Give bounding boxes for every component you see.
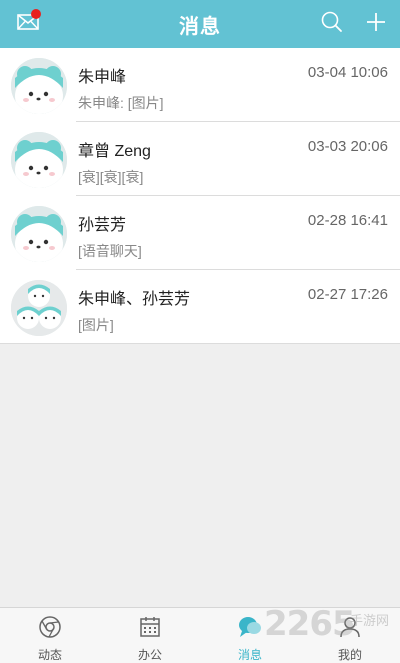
group-panda-avatar <box>11 280 67 336</box>
search-button[interactable] <box>312 0 352 48</box>
conversation-preview: [衰][衰][衰] <box>78 169 144 185</box>
tab-office[interactable]: 办公 <box>100 608 200 663</box>
watermark-logo: 2265 <box>264 604 356 644</box>
tab-label: 消息 <box>237 648 262 662</box>
tab-label: 我的 <box>337 648 362 662</box>
conversation-preview: [图片] <box>78 317 114 333</box>
row-divider <box>0 343 400 344</box>
panda-avatar <box>11 58 67 114</box>
chrome-circle-icon <box>38 615 62 644</box>
tab-label: 动态 <box>37 648 62 662</box>
search-icon <box>320 10 344 39</box>
conversation-name: 朱申峰、孙芸芳 <box>78 291 191 308</box>
chat-bubble-icon <box>237 615 263 644</box>
conversation-row[interactable]: 朱申峰 03-04 10:06 朱申峰: [图片] <box>0 48 400 122</box>
conversation-time: 02-27 17:26 <box>307 286 388 303</box>
conversation-name: 章曾 Zeng <box>78 143 151 160</box>
conversation-name: 朱申峰 <box>78 69 127 86</box>
top-bar: 消息 <box>0 0 400 48</box>
conversation-preview: [语音聊天] <box>78 243 142 259</box>
add-button[interactable] <box>356 0 396 48</box>
conversation-list: 朱申峰 03-04 10:06 朱申峰: [图片] 章曾 Zeng 03-03 … <box>0 48 400 344</box>
panda-avatar <box>11 132 67 188</box>
conversation-time: 03-04 10:06 <box>307 64 388 81</box>
plus-icon <box>365 11 387 38</box>
conversation-row[interactable]: 章曾 Zeng 03-03 20:06 [衰][衰][衰] <box>0 122 400 196</box>
conversation-row[interactable]: 孙芸芳 02-28 16:41 [语音聊天] <box>0 196 400 270</box>
mail-button[interactable] <box>8 0 48 48</box>
tab-label: 办公 <box>137 648 162 662</box>
panda-avatar <box>11 206 67 262</box>
tab-dynamics[interactable]: 动态 <box>0 608 100 663</box>
watermark-subtext: 手游网 <box>350 613 390 628</box>
conversation-row[interactable]: 朱申峰、孙芸芳 02-27 17:26 [图片] <box>0 270 400 344</box>
conversation-time: 02-28 16:41 <box>307 212 388 229</box>
page-title: 消息 <box>179 15 221 38</box>
conversation-time: 03-03 20:06 <box>307 138 388 155</box>
conversation-preview: 朱申峰: [图片] <box>78 95 164 111</box>
app-root: 消息 朱申峰 03-04 10:06 朱申峰: [图片] 章曾 Zeng 03-… <box>0 0 400 663</box>
conversation-name: 孙芸芳 <box>78 217 127 234</box>
calendar-icon <box>138 615 162 644</box>
unread-dot <box>31 9 41 19</box>
